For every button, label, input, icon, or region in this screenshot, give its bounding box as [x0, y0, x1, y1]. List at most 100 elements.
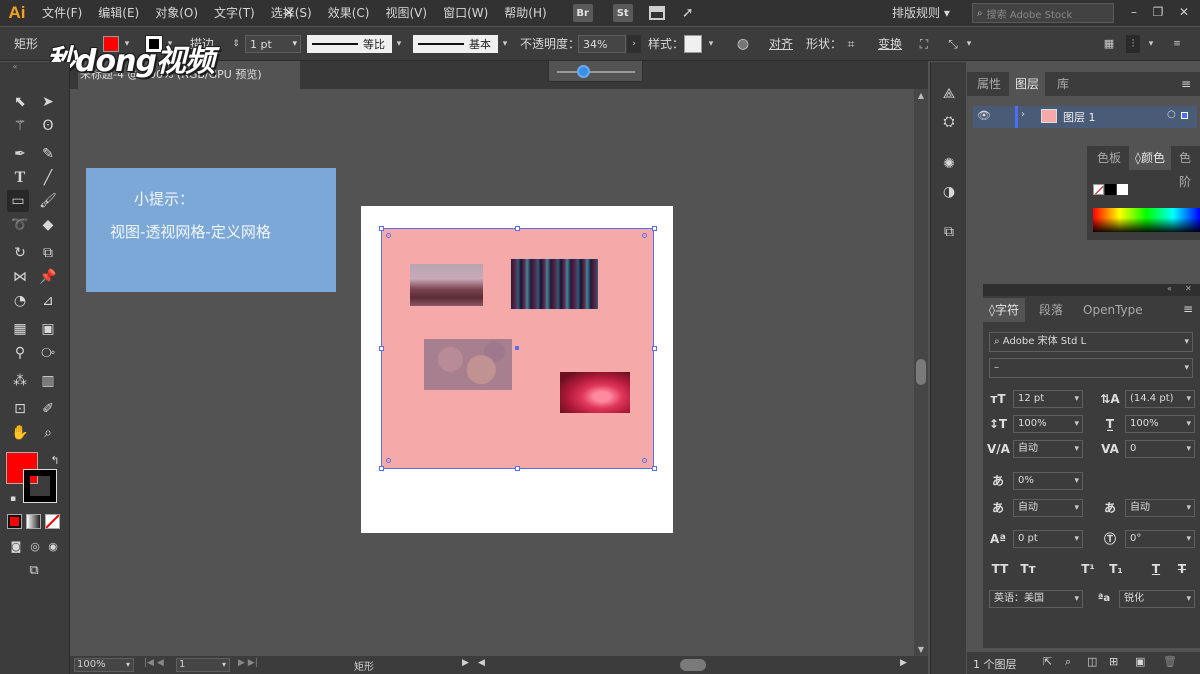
shape-builder-tool-icon[interactable]: ◔: [9, 290, 31, 312]
shape-properties-icon[interactable]: ⌗: [844, 35, 858, 53]
none-mode-icon[interactable]: [45, 514, 60, 529]
font-family-field[interactable]: ⌕ Adobe 宋体 Std L ▾: [989, 332, 1193, 352]
scroll-down-icon[interactable]: ▼: [914, 645, 928, 654]
layer-name[interactable]: 图层 1: [1063, 109, 1096, 125]
clipping-mask-icon[interactable]: ◫: [1087, 655, 1097, 668]
collapse-panel-icon[interactable]: «: [1167, 284, 1172, 293]
graphic-style-swatch[interactable]: [684, 35, 702, 53]
arrange-documents-icon[interactable]: [648, 6, 665, 20]
isolate-dropdown[interactable]: ▾: [962, 35, 976, 53]
zoom-tool-icon[interactable]: ⌕: [37, 422, 59, 444]
align-dropdown[interactable]: ▾: [1144, 35, 1158, 53]
menu-view[interactable]: 视图(V): [377, 0, 435, 26]
baseline-shift-field[interactable]: 0 pt ▾: [1013, 530, 1083, 548]
css-properties-icon[interactable]: ⛭: [939, 112, 959, 132]
none-color-icon[interactable]: [1093, 184, 1104, 195]
arrange-panel-icon[interactable]: ▦: [1102, 35, 1116, 53]
gradient-tool-icon[interactable]: ▣: [37, 318, 59, 340]
horizontal-scroll-thumb[interactable]: [680, 659, 706, 671]
column-graph-tool-icon[interactable]: ▥: [37, 370, 59, 392]
status-menu-arrow[interactable]: ▶: [462, 658, 469, 668]
white-color-chip[interactable]: [1117, 184, 1128, 195]
align-panel-icon[interactable]: ⫶: [1126, 35, 1140, 53]
first-artboard-icon[interactable]: |◀ ◀: [144, 658, 164, 668]
superscript-icon[interactable]: T¹: [1077, 560, 1099, 578]
opacity-label[interactable]: 不透明度：: [520, 27, 580, 61]
puppet-warp-tool-icon[interactable]: 📌: [37, 266, 59, 288]
selection-indicator-icon[interactable]: [1181, 112, 1188, 119]
close-panel-icon[interactable]: ✕: [1185, 284, 1192, 293]
bridge-button[interactable]: Br: [572, 4, 593, 22]
corner-widget-bottom-right[interactable]: [642, 458, 647, 463]
font-style-field[interactable]: – ▾: [989, 358, 1193, 378]
vertical-scrollbar[interactable]: ▲ ▼: [914, 89, 928, 656]
perspective-grid-tool-icon[interactable]: ⊿: [37, 290, 59, 312]
close-document-icon[interactable]: ✕: [282, 7, 296, 21]
vertical-scroll-thumb[interactable]: [916, 359, 926, 385]
paintbrush-tool-icon[interactable]: 🖌: [37, 190, 59, 212]
handle-top-left[interactable]: [379, 226, 384, 231]
libraries-icon[interactable]: ⟁: [939, 84, 959, 104]
corner-widget-top-left[interactable]: [386, 233, 391, 238]
direct-selection-tool-icon[interactable]: ➤: [37, 91, 59, 113]
handle-middle-right[interactable]: [652, 346, 657, 351]
profile-dropdown[interactable]: ▾: [392, 35, 406, 53]
brush-dropdown[interactable]: ▾: [498, 35, 512, 53]
collapse-toolbar-icon[interactable]: «: [4, 62, 26, 72]
subscript-icon[interactable]: T₁: [1105, 560, 1127, 578]
tab-layers[interactable]: 图层: [1009, 72, 1046, 96]
opacity-slider-toggle[interactable]: ›: [627, 35, 641, 53]
corner-widget-bottom-left[interactable]: [386, 458, 391, 463]
color-spectrum[interactable]: [1093, 208, 1200, 232]
aki-right-field[interactable]: 自动 ▾: [1125, 499, 1195, 517]
rotate-tool-icon[interactable]: ↻: [9, 242, 31, 264]
mesh-tool-icon[interactable]: ▦: [9, 318, 31, 340]
menu-file[interactable]: 文件(F): [34, 0, 90, 26]
layer-row[interactable]: 👁 › 图层 1 ○: [973, 106, 1197, 128]
pathfinder-icon[interactable]: ⧉: [939, 222, 959, 242]
shaper-tool-icon[interactable]: ➰: [9, 214, 31, 236]
transform-icon[interactable]: ⛶: [917, 35, 931, 53]
export-icon[interactable]: ⇱: [1043, 655, 1052, 668]
flower-photo[interactable]: [560, 372, 630, 413]
visibility-eye-icon[interactable]: 👁: [977, 109, 991, 122]
curvature-tool-icon[interactable]: ✎: [37, 143, 59, 165]
handle-bottom-left[interactable]: [379, 466, 384, 471]
magic-wand-tool-icon[interactable]: ⚚: [9, 115, 31, 137]
aki-left-field[interactable]: 自动 ▾: [1013, 499, 1083, 517]
font-size-field[interactable]: 12 pt ▾: [1013, 390, 1083, 408]
eraser-tool-icon[interactable]: ◆: [37, 214, 59, 236]
tab-paragraph[interactable]: 段落: [1033, 298, 1069, 322]
scroll-up-icon[interactable]: ▲: [914, 91, 928, 100]
hand-tool-icon[interactable]: ✋: [9, 422, 31, 444]
layers-panel-menu-icon[interactable]: ≡: [1181, 72, 1191, 96]
align-link[interactable]: 对齐: [769, 27, 793, 61]
all-caps-icon[interactable]: TT: [989, 560, 1011, 578]
eyedropper-tool-icon[interactable]: ⚲: [9, 342, 31, 364]
scale-tool-icon[interactable]: ⧉: [37, 242, 59, 264]
opacity-field[interactable]: 34%: [578, 35, 626, 53]
handle-middle-left[interactable]: [379, 346, 384, 351]
tracking-field[interactable]: 0 ▾: [1125, 440, 1195, 458]
width-tool-icon[interactable]: ⋈: [9, 266, 31, 288]
menu-type[interactable]: 文字(T): [206, 0, 263, 26]
default-fill-stroke-icon[interactable]: ▪: [2, 488, 24, 510]
handle-top-right[interactable]: [652, 226, 657, 231]
line-tool-icon[interactable]: ╱: [37, 167, 59, 189]
symbol-sprayer-tool-icon[interactable]: ⁂: [9, 370, 31, 392]
tab-opentype[interactable]: OpenType: [1077, 298, 1149, 322]
workspace-switcher[interactable]: 排版规则 ▾: [886, 3, 956, 23]
screen-mode-icon[interactable]: ⧉: [23, 560, 45, 582]
tab-properties[interactable]: 属性: [971, 72, 1007, 96]
target-circle-icon[interactable]: ○: [1167, 109, 1176, 120]
character-rotation-field[interactable]: 0° ▾: [1125, 530, 1195, 548]
handle-bottom-right[interactable]: [652, 466, 657, 471]
blend-tool-icon[interactable]: ⧂: [37, 342, 59, 364]
zoom-field[interactable]: 100% ▾: [74, 658, 134, 672]
horizontal-scale-field[interactable]: 100% ▾: [1125, 415, 1195, 433]
control-menu-icon[interactable]: ≡: [1170, 35, 1184, 53]
gpu-performance-icon[interactable]: ➚: [679, 4, 697, 22]
vertical-scale-field[interactable]: 100% ▾: [1013, 415, 1083, 433]
gradient-mode-icon[interactable]: [26, 514, 41, 529]
menu-help[interactable]: 帮助(H): [496, 0, 554, 26]
